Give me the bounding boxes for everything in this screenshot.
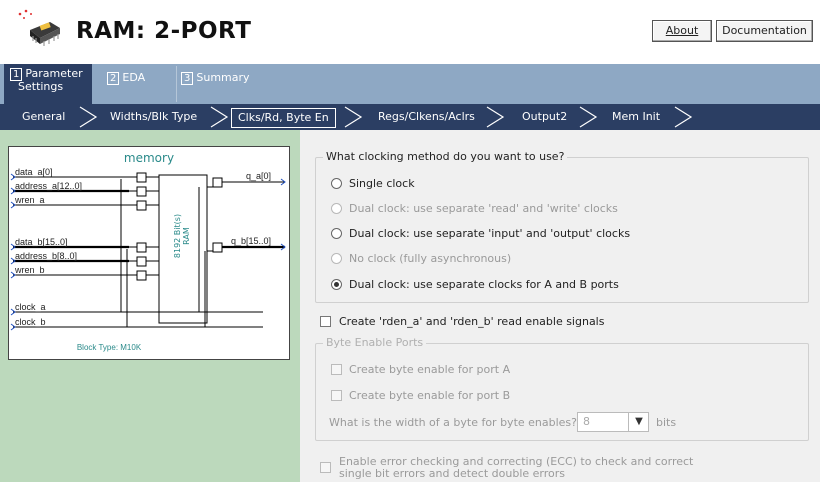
port-data-a: data_a[0] — [15, 167, 53, 177]
ram-block-label: 8192 Bit(s) RAM — [173, 201, 191, 271]
page-title: RAM: 2-PORT — [76, 18, 252, 44]
block-diagram: memory data_a[0] address_a[12..0] wren_a… — [8, 146, 290, 360]
option-single-clock-label[interactable]: Single clock — [349, 177, 415, 190]
crumb-widths-blk-type[interactable]: Widths/Blk Type — [110, 104, 197, 130]
option-dual-clock-a-b-label[interactable]: Dual clock: use separate clocks for A an… — [349, 278, 619, 291]
port-address-a: address_a[12..0] — [15, 181, 83, 191]
about-label: About — [665, 24, 699, 37]
port-wren-a: wren_a — [15, 195, 45, 205]
tab-number: 2 — [107, 72, 120, 85]
crumb-clks-rd-byte-en[interactable]: Clks/Rd, Byte En — [231, 108, 336, 128]
port-clock-b: clock_b — [15, 317, 46, 327]
tab-label-line2: Settings — [18, 80, 64, 93]
ecc-label-line2: single bit errors and detect double erro… — [339, 467, 565, 480]
byte-width-question: What is the width of a byte for byte ena… — [329, 416, 577, 429]
tab-label: Summary — [196, 71, 250, 84]
port-wren-b: wren_b — [15, 265, 45, 275]
radio-single-clock[interactable] — [331, 178, 342, 189]
crumb-output2[interactable]: Output2 — [522, 104, 567, 130]
clocking-question: What clocking method do you want to use? — [323, 150, 568, 163]
chevron-down-icon: ▼ — [628, 413, 649, 431]
byte-enable-b-checkbox — [331, 390, 342, 401]
ram-bits: 8192 Bit(s) — [173, 213, 182, 259]
documentation-button[interactable]: Documentation — [716, 20, 813, 42]
about-button[interactable]: About — [652, 20, 712, 42]
port-q-b: q_b[15..0] — [231, 236, 272, 246]
documentation-label: Documentation — [722, 24, 807, 37]
crumb-general[interactable]: General — [22, 104, 65, 130]
rden-label[interactable]: Create 'rden_a' and 'rden_b' read enable… — [339, 315, 604, 328]
block-type-label: Block Type: M10K — [76, 343, 142, 352]
ram-chip-icon — [16, 8, 66, 52]
port-address-b: address_b[8..0] — [15, 251, 78, 261]
byte-enable-b-label: Create byte enable for port B — [349, 389, 511, 402]
crumb-mem-init[interactable]: Mem Init — [612, 104, 660, 130]
ram-type: RAM — [182, 227, 191, 245]
byte-width-unit: bits — [656, 416, 677, 429]
tab-label: Parameter — [25, 67, 83, 80]
option-dual-clock-input-output-label[interactable]: Dual clock: use separate 'input' and 'ou… — [349, 227, 630, 240]
byte-enable-a-checkbox — [331, 364, 342, 375]
crumb-regs-clkens-aclrs[interactable]: Regs/Clkens/Aclrs — [378, 104, 475, 130]
radio-dual-clock-a-b[interactable] — [331, 279, 342, 290]
radio-dual-clock-read-write — [331, 203, 342, 214]
tab-parameter-settings[interactable]: 1 Parameter Settings — [4, 64, 92, 104]
tab-number: 3 — [181, 72, 194, 85]
port-clock-a: clock_a — [15, 302, 46, 312]
radio-no-clock — [331, 253, 342, 264]
byte-width-value: 8 — [583, 415, 590, 428]
tab-label: EDA — [122, 71, 146, 84]
radio-dual-clock-input-output[interactable] — [331, 228, 342, 239]
byte-enable-legend: Byte Enable Ports — [323, 336, 427, 349]
ecc-label: Enable error checking and correcting (EC… — [339, 456, 693, 480]
option-dual-clock-read-write-label: Dual clock: use separate 'read' and 'wri… — [349, 202, 618, 215]
ecc-checkbox — [320, 462, 331, 473]
port-q-a: q_a[0] — [246, 171, 272, 181]
rden-checkbox[interactable] — [320, 316, 331, 327]
diagram-title: memory — [123, 151, 175, 165]
option-no-clock-label: No clock (fully asynchronous) — [349, 252, 512, 265]
byte-enable-a-label: Create byte enable for port A — [349, 363, 511, 376]
tab-summary[interactable]: 3 Summary — [176, 66, 266, 102]
port-data-b: data_b[15..0] — [15, 237, 68, 247]
tab-eda[interactable]: 2 EDA — [103, 66, 168, 102]
